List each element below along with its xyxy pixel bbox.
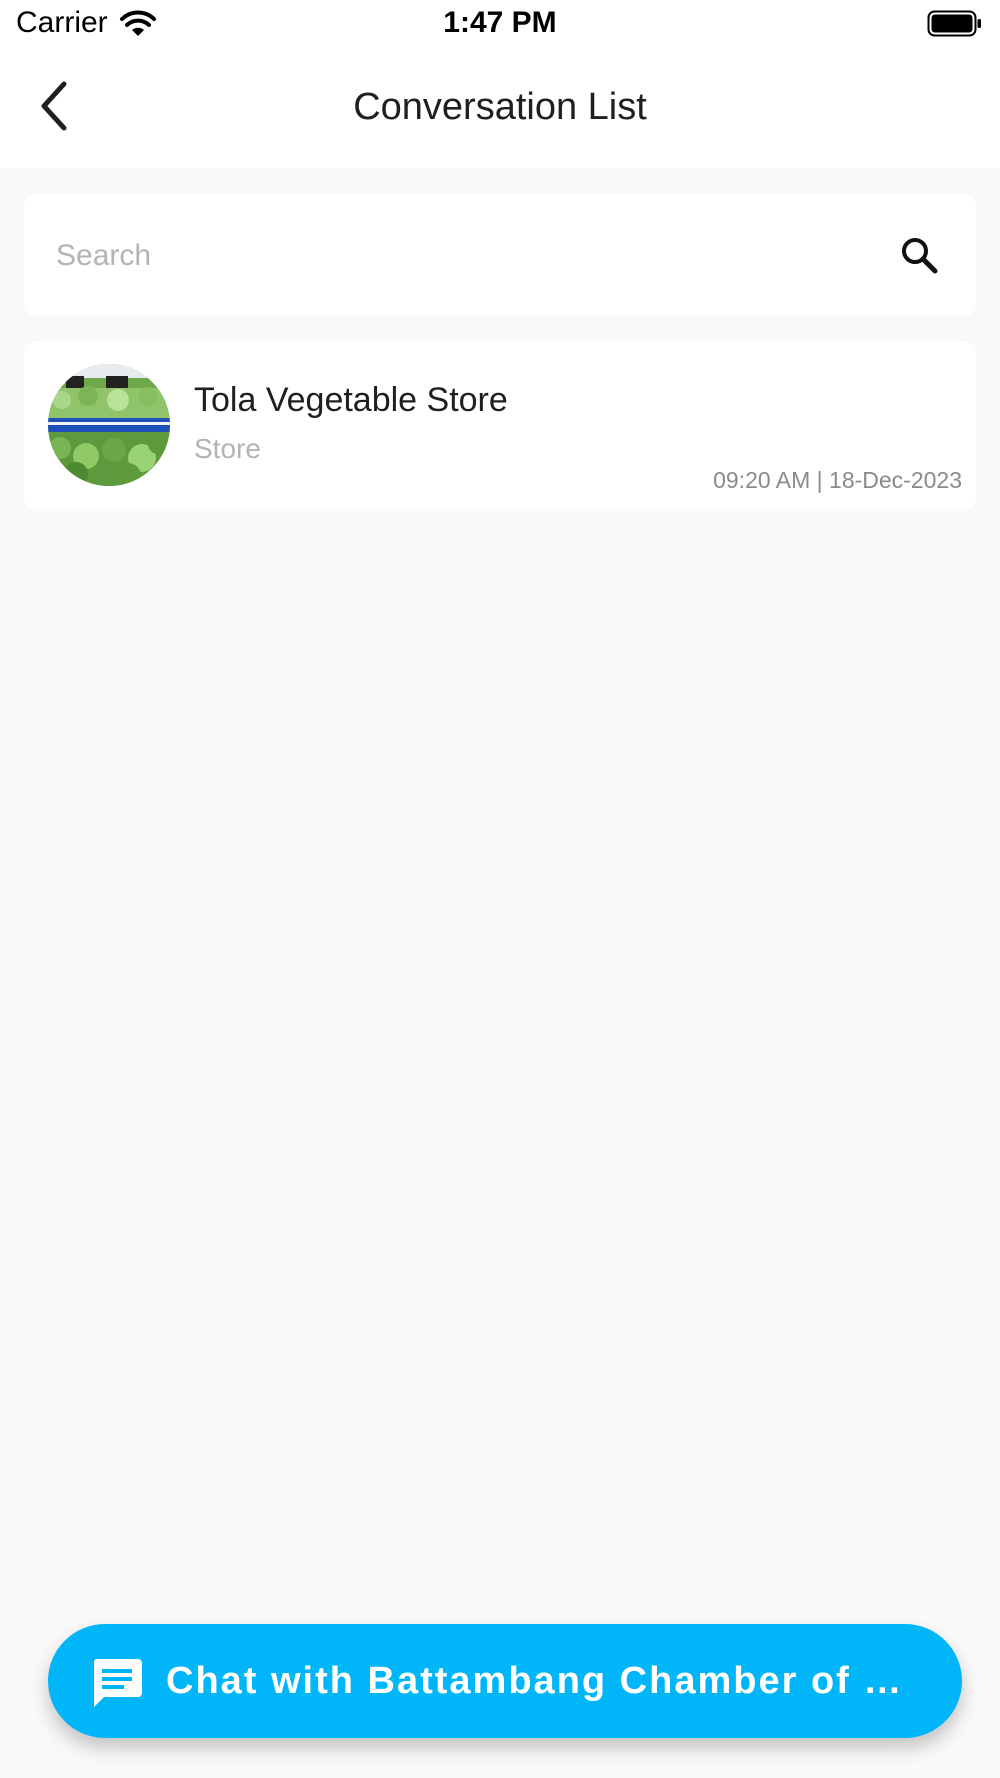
search-icon[interactable] [898,234,942,278]
chat-bubble-icon [90,1655,144,1709]
search-input[interactable] [54,228,878,284]
search-bar [24,194,976,316]
avatar [48,364,170,486]
battery-full-icon [927,10,983,43]
chat-fab-button[interactable]: Chat with Battambang Chamber of … [48,1624,962,1738]
navigation-bar: Conversation List [0,60,1000,160]
conversation-type: Store [194,433,261,464]
conversation-timestamp: 09:20 AM | 18-Dec-2023 [713,467,962,493]
status-bar: Carrier 1:47 PM [0,0,1000,50]
conversation-item[interactable]: Tola Vegetable Store Store 09:20 AM | 18… [24,341,976,509]
top-bar: Carrier 1:47 PM Conversation List [0,0,1000,168]
chat-fab-label: Chat with Battambang Chamber of … [166,1660,904,1702]
status-time: 1:47 PM [443,6,557,39]
page-title: Conversation List [353,86,647,128]
conversation-name: Tola Vegetable Store [194,381,508,419]
